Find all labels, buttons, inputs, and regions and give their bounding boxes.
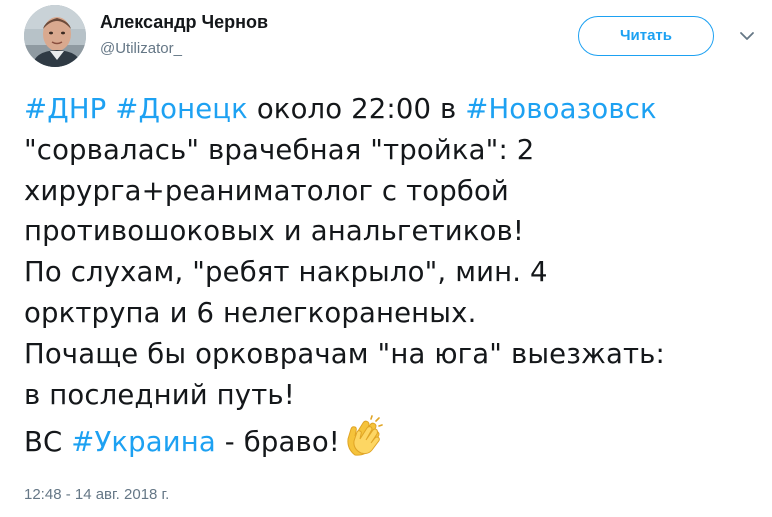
avatar-image	[24, 5, 86, 67]
hashtag-link[interactable]: #ДНР	[24, 93, 106, 125]
follow-button[interactable]: Читать	[578, 16, 714, 56]
tweet-text: #ДНР #Донецк около 22:00 в #Новоазовск "с…	[24, 89, 768, 459]
hashtag-link[interactable]: #Новоазовск	[465, 93, 656, 125]
hashtag-link[interactable]: #Донецк	[115, 93, 248, 125]
tweet-card: Александр Чернов @Utilizator_ Читать #ДН…	[0, 0, 772, 517]
tweet-text-segment	[106, 93, 115, 125]
avatar[interactable]	[24, 5, 86, 67]
tweet-line: ВС #Украина - браво!	[24, 415, 768, 459]
author-display-name[interactable]: Александр Чернов	[100, 12, 268, 33]
tweet-line: Почаще бы орковрачам "на юга" выезжать:	[24, 334, 768, 375]
tweet-line: в последний путь!	[24, 375, 768, 416]
tweet-line: хирурга+реаниматолог с торбой	[24, 171, 768, 212]
tweet-text-segment: ВС	[24, 426, 72, 459]
tweet-text-segment: орктрупа и 6 нелегкораненых.	[24, 296, 477, 329]
tweet-text-segment: около 22:00 в	[247, 93, 466, 125]
tweet-text-segment: Почаще бы орковрачам "на юга" выезжать:	[24, 337, 665, 370]
tweet-text-segment: "сорвалась" врачебная "тройка": 2	[24, 133, 535, 166]
tweet-text-segment: противошоковых и анальгетиков!	[24, 215, 525, 248]
tweet-line: противошоковых и анальгетиков!	[24, 211, 768, 252]
tweet-text-segment: в последний путь!	[24, 378, 295, 411]
tweet-timestamp[interactable]: 12:48 - 14 авг. 2018 г.	[24, 486, 169, 503]
author-handle[interactable]: @Utilizator_	[100, 40, 182, 57]
tweet-text-segment: - браво!	[215, 426, 340, 459]
tweet-line: орктрупа и 6 нелегкораненых.	[24, 293, 768, 334]
clapping-hands-icon	[341, 415, 385, 459]
tweet-text-segment: По слухам, "ребят накрыло", мин. 4	[24, 256, 548, 289]
hashtag-link[interactable]: #Украина	[71, 426, 216, 458]
tweet-text-segment: хирурга+реаниматолог с торбой	[24, 174, 509, 207]
tweet-line: #ДНР #Донецк около 22:00 в #Новоазовск	[24, 89, 768, 130]
tweet-line: По слухам, "ребят накрыло", мин. 4	[24, 252, 768, 293]
tweet-line: "сорвалась" врачебная "тройка": 2	[24, 130, 768, 171]
chevron-down-icon[interactable]	[737, 26, 757, 46]
